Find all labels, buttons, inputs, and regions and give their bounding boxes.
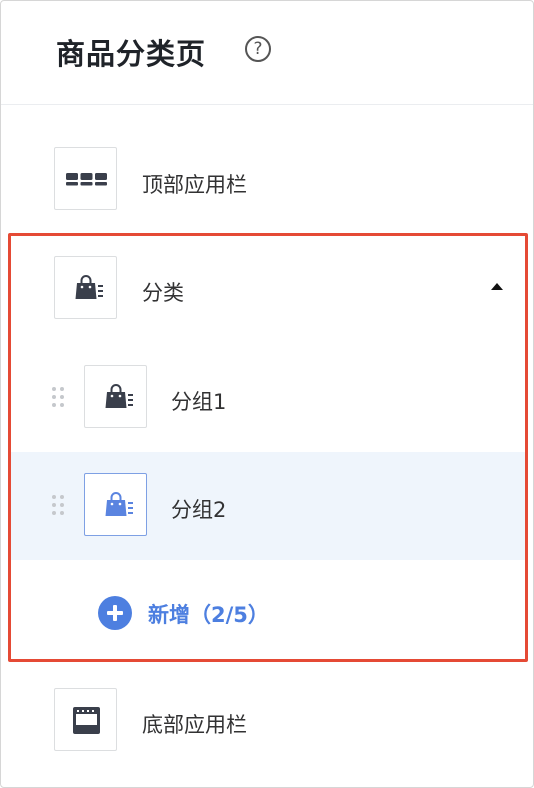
drag-handle-icon[interactable] [52, 387, 66, 409]
page-title: 商品分类页 [56, 37, 207, 71]
add-circle-icon [98, 596, 132, 630]
category-label: 分类 [142, 281, 184, 305]
top-bar-label: 顶部应用栏 [142, 173, 247, 197]
panel-header: 商品分类页 ? [1, 1, 533, 105]
category-icon-box [54, 256, 117, 319]
component-item-category[interactable]: 分类 [1, 256, 533, 322]
drag-handle-icon[interactable] [52, 495, 66, 517]
help-icon[interactable]: ? [245, 36, 271, 62]
add-group-label: 新增（2/5） [148, 603, 269, 627]
top-app-bar-icon-box [54, 147, 117, 210]
shopping-bag-list-icon [105, 492, 133, 516]
bottom-app-bar-icon [73, 707, 100, 734]
group-1-icon-box [84, 365, 147, 428]
bottom-bar-label: 底部应用栏 [142, 713, 247, 737]
collapse-caret-icon[interactable] [491, 283, 503, 290]
component-item-bottom-bar[interactable]: 底部应用栏 [1, 688, 533, 754]
top-app-bar-icon [66, 173, 107, 186]
shopping-bag-list-icon [75, 275, 103, 299]
group-item-2[interactable]: 分组2 [1, 473, 533, 539]
component-panel: 商品分类页 ? 顶部应用栏 分类 分组1 分组2 新增（2/5） 底部应用栏 [0, 0, 534, 788]
group-2-label: 分组2 [171, 498, 227, 522]
shopping-bag-list-icon [105, 384, 133, 408]
group-2-icon-box [84, 473, 147, 536]
group-item-1[interactable]: 分组1 [1, 365, 533, 431]
bottom-app-bar-icon-box [54, 688, 117, 751]
group-1-label: 分组1 [171, 390, 227, 414]
component-item-top-bar[interactable]: 顶部应用栏 [1, 147, 533, 215]
